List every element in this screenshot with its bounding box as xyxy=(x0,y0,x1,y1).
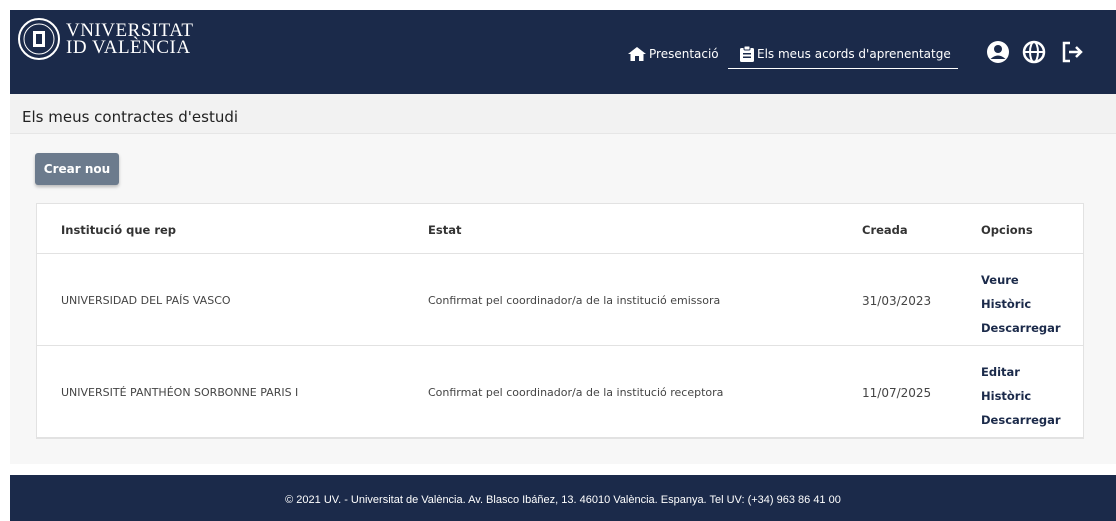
status-cell: Confirmat pel coordinador/a de la instit… xyxy=(428,294,721,307)
home-icon xyxy=(628,47,646,61)
brand-line-2: ID VALÈNCIA xyxy=(66,37,191,58)
university-logo[interactable]: VNIVERSITAT ID VALÈNCIA xyxy=(18,18,193,60)
footer-text: © 2021 UV. - Universitat de València. Av… xyxy=(285,494,841,506)
nav-presentacio[interactable]: Presentació xyxy=(628,39,719,69)
page-title: Els meus contractes d'estudi xyxy=(22,108,239,126)
download-link[interactable]: Descarregar xyxy=(981,316,1061,340)
nav-presentacio-label: Presentació xyxy=(649,47,719,61)
history-link[interactable]: Històric xyxy=(981,292,1061,316)
history-link[interactable]: Històric xyxy=(981,384,1061,408)
status-cell: Confirmat pel coordinador/a de la instit… xyxy=(428,386,724,399)
column-header-creada: Creada xyxy=(862,223,908,237)
table-header: Institució que rep Estat Creada Opcions xyxy=(37,204,1083,254)
table-row: UNIVERSITÉ PANTHÉON SORBONNE PARIS I Con… xyxy=(37,346,1083,438)
create-new-button[interactable]: Crear nou xyxy=(35,153,119,185)
page-header: Els meus contractes d'estudi xyxy=(10,94,1116,134)
institution-cell: UNIVERSIDAD DEL PAÍS VASCO xyxy=(61,294,231,307)
created-date-cell: 31/03/2023 xyxy=(862,294,932,308)
clipboard-icon xyxy=(740,45,754,62)
main-content: Crear nou Institució que rep Estat Cread… xyxy=(10,134,1116,464)
nav-acords-aprenentatge[interactable]: Els meus acords d'aprenentatge xyxy=(728,39,958,69)
edit-link[interactable]: Editar xyxy=(981,360,1061,384)
top-navbar: VNIVERSITAT ID VALÈNCIA Presentació Els … xyxy=(10,10,1116,94)
column-header-estat: Estat xyxy=(428,223,462,237)
column-header-institucio: Institució que rep xyxy=(61,223,177,237)
options-cell: Veure Històric Descarregar xyxy=(981,268,1061,340)
contracts-table: Institució que rep Estat Creada Opcions … xyxy=(36,203,1084,439)
globe-icon[interactable] xyxy=(1022,40,1046,64)
view-link[interactable]: Veure xyxy=(981,268,1061,292)
download-link[interactable]: Descarregar xyxy=(981,408,1061,432)
page-footer: © 2021 UV. - Universitat de València. Av… xyxy=(10,475,1116,521)
table-row: UNIVERSIDAD DEL PAÍS VASCO Confirmat pel… xyxy=(37,254,1083,346)
logout-icon[interactable] xyxy=(1060,40,1084,64)
university-seal-icon xyxy=(18,18,60,60)
column-header-opcions: Opcions xyxy=(981,223,1033,237)
user-icon[interactable] xyxy=(986,40,1010,64)
institution-cell: UNIVERSITÉ PANTHÉON SORBONNE PARIS I xyxy=(61,386,299,399)
nav-acords-label: Els meus acords d'aprenentatge xyxy=(757,46,951,61)
created-date-cell: 11/07/2025 xyxy=(862,386,932,400)
options-cell: Editar Històric Descarregar xyxy=(981,360,1061,432)
